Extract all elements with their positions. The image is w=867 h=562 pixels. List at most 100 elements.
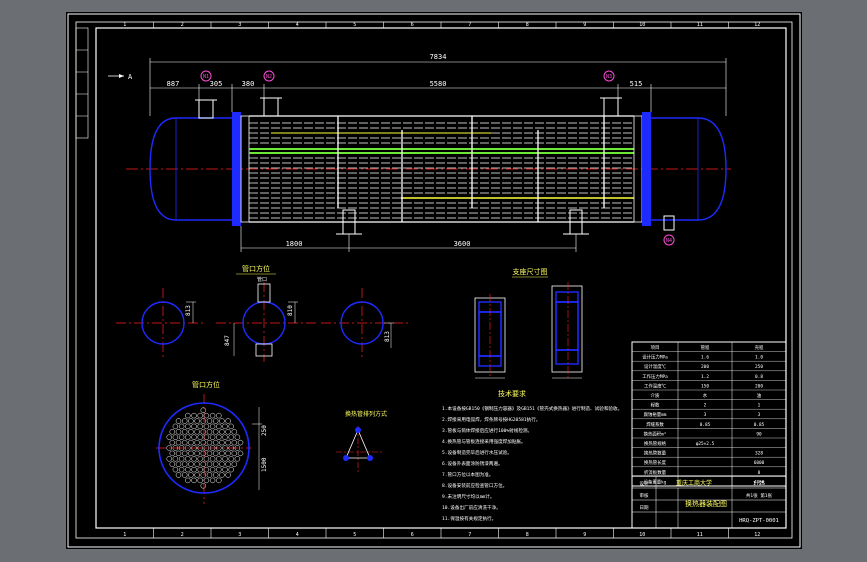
tube-hole — [206, 472, 213, 478]
tube-hole — [185, 412, 191, 419]
tube-hole — [175, 450, 182, 457]
nozzle-tag-n4-label: N4 — [666, 238, 672, 244]
tubesheet-title: 管口方位 — [192, 380, 220, 389]
spec-cell: 换热管规格 — [644, 440, 667, 447]
tube-hole — [212, 450, 219, 457]
spec-cell: 250 — [755, 364, 763, 370]
tube-hole — [169, 429, 176, 435]
tube-hole — [188, 450, 194, 457]
zone-number-top: 10 — [639, 22, 645, 28]
zone-number-bottom: 8 — [526, 532, 529, 538]
tube-hole — [219, 461, 225, 467]
tube-hole — [222, 456, 228, 462]
heat-exchanger-elevation: N1 N2 N3 N4 7834 887 305 380 5580 515 A … — [108, 53, 731, 252]
title-label-design: 设计 — [640, 480, 649, 487]
tube-hole — [185, 477, 191, 484]
tube-hole — [209, 412, 216, 419]
tube-hole — [203, 423, 210, 430]
note-line: 5.设备制造完毕后进行水压试验。 — [442, 449, 512, 456]
outer-frame — [67, 13, 801, 548]
tube-hole — [216, 423, 222, 430]
nozzles — [195, 97, 675, 235]
tube-hole — [185, 456, 191, 462]
zone-number-top: 1 — [123, 22, 126, 28]
left-tubesheet — [232, 112, 241, 226]
tube-hole — [216, 466, 222, 473]
zone-number-bottom: 12 — [754, 532, 760, 538]
title-drawing-no: HRQ-ZPT-0001 — [739, 518, 779, 524]
tube-hole — [231, 461, 238, 467]
tube-hole — [203, 477, 210, 484]
dim-bottom-2: 3600 — [454, 240, 471, 248]
tube-hole — [185, 434, 191, 440]
tube-hole — [200, 472, 207, 478]
technical-notes: 技术要求 1.本设备按GB150《钢制压力容器》及GB151《管壳式换热器》进行… — [442, 389, 622, 522]
spec-cell: 328 — [755, 451, 763, 457]
spec-cell: 焊缝系数 — [646, 421, 664, 428]
tube-hole — [181, 472, 188, 478]
tube-hole — [234, 456, 241, 462]
spec-cell: 腐蚀裕量mm — [644, 411, 667, 418]
tube-hole — [219, 418, 225, 424]
support-detail: 支座尺寸图 — [474, 267, 583, 379]
tube-hole — [203, 456, 210, 462]
tube-hole — [203, 412, 210, 419]
tube-hole — [175, 439, 182, 446]
title-scale: 1:25 — [753, 481, 765, 487]
tube-hole — [181, 461, 188, 467]
dim-view3: 813 — [384, 331, 391, 342]
tube-hole — [188, 472, 194, 478]
tube-hole — [166, 434, 172, 440]
zone-number-top: 7 — [468, 22, 471, 28]
tube-hole — [169, 450, 176, 457]
tube-hole — [172, 456, 179, 462]
spec-cell: 换热面积m² — [644, 430, 667, 437]
spec-cell: 折流板数量 — [644, 469, 667, 476]
tube-hole — [222, 423, 228, 430]
dim-overall-length: 7834 — [430, 53, 447, 61]
tube-hole — [172, 434, 179, 440]
nozzle-tag-n3-label: N3 — [606, 74, 612, 80]
note-line: 6.设备外表面涂防锈漆两遍。 — [442, 460, 503, 467]
tube-hole — [188, 439, 194, 446]
dim-tubesheet-1: 250 — [261, 425, 268, 436]
zone-number-top: 11 — [697, 22, 703, 28]
tube-hole — [175, 429, 182, 435]
spec-header-cell: 壳程 — [755, 344, 764, 351]
spec-cell: 换热管长度 — [644, 459, 667, 466]
tube-layout-title: 换热管排列方式 — [345, 410, 387, 418]
zone-number-top: 4 — [296, 22, 299, 28]
spec-cell: 油 — [757, 392, 762, 399]
tube-hole — [185, 466, 191, 473]
title-school: 重庆工商大学 — [676, 479, 712, 487]
tube-hole — [194, 472, 200, 478]
title-drawing-name: 换热器装配图 — [685, 499, 727, 508]
nozzle-views: 管口方位 813 管口 810 847 813 — [116, 264, 411, 362]
tube-hole — [181, 429, 188, 435]
right-tubesheet — [642, 112, 651, 226]
zone-number-top: 12 — [754, 22, 760, 28]
dim-top-1: 887 — [167, 80, 180, 88]
tube-bundle — [249, 122, 634, 219]
tube-hole — [212, 439, 219, 446]
zone-number-bottom: 3 — [238, 532, 241, 538]
zone-number-bottom: 9 — [583, 532, 586, 538]
tube-hole — [191, 466, 197, 473]
design-spec-table: 项目 管程 壳程设计压力MPa 1.6 1.0 设计温度℃ 200 250 工作压力MPa 1.2… — [631, 341, 787, 487]
tube-hole — [191, 423, 197, 430]
tube-hole — [178, 423, 185, 430]
tube-hole — [194, 439, 200, 446]
note-line: 1.本设备按GB150《钢制压力容器》及GB151《管壳式换热器》进行制造、试验… — [442, 405, 622, 412]
note-line: 8.设备安装前应检查管口方位。 — [442, 482, 507, 489]
tube-hole — [216, 477, 222, 484]
tube-hole — [209, 466, 216, 473]
tube-hole — [219, 439, 225, 446]
tube-hole — [231, 429, 238, 435]
tube-hole — [212, 472, 219, 478]
notes-title: 技术要求 — [498, 389, 526, 398]
tube-hole — [188, 429, 194, 435]
spec-cell: 水 — [703, 392, 708, 399]
spec-cell: 8 — [758, 470, 761, 476]
tube-hole — [175, 418, 182, 424]
spec-cell: 1.0 — [755, 355, 763, 361]
